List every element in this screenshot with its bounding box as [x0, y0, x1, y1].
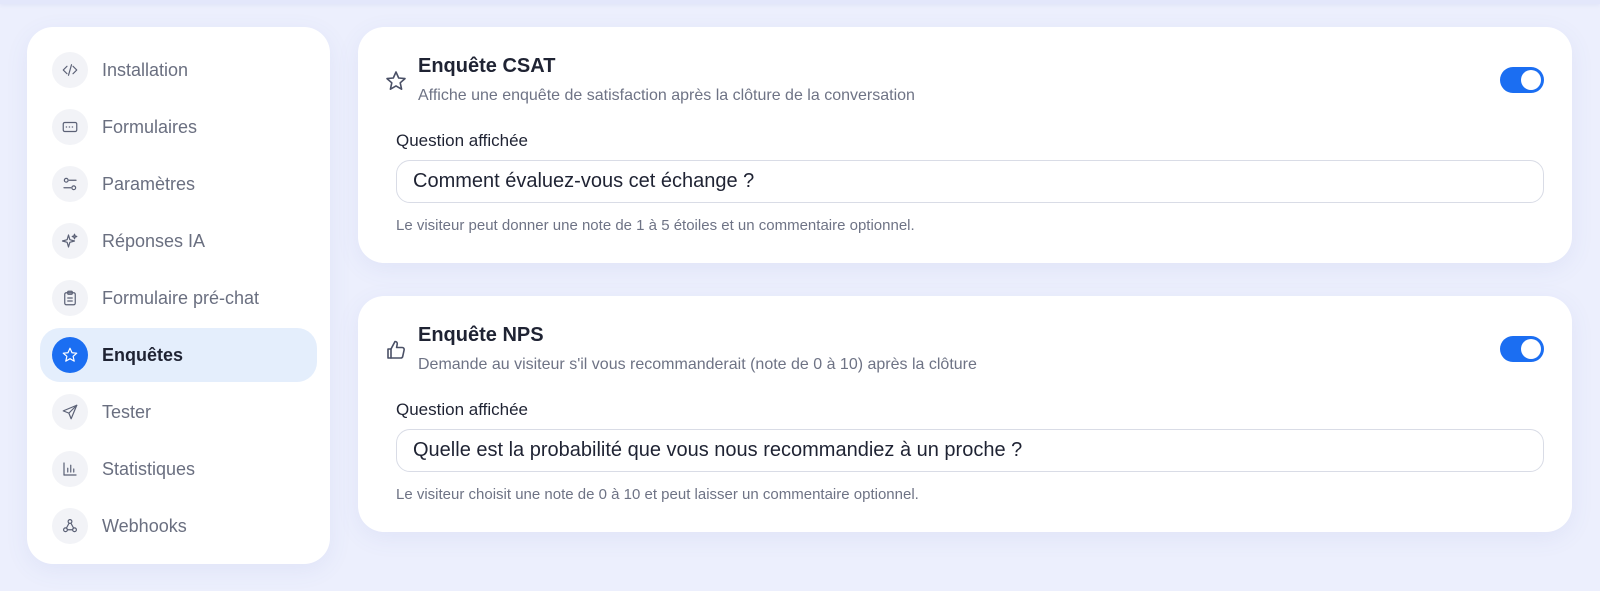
settings-sidebar: Installation Formulaires Paramètres Répo… — [27, 27, 330, 564]
thumbs-up-icon — [384, 338, 408, 362]
sidebar-item-formulaire-pre-chat[interactable]: Formulaire pré-chat — [40, 271, 317, 325]
sidebar-item-label: Paramètres — [102, 173, 196, 194]
csat-survey-card: Enquête CSAT Affiche une enquête de sati… — [358, 27, 1572, 263]
sidebar-item-label: Formulaire pré-chat — [102, 287, 260, 308]
card-subtitle: Demande au visiteur s'il vous recommande… — [418, 356, 977, 373]
question-label: Question affichée — [396, 400, 528, 419]
sidebar-item-statistiques[interactable]: Statistiques — [40, 442, 317, 496]
code-icon — [52, 52, 88, 88]
question-hint: Le visiteur choisit une note de 0 à 10 e… — [396, 486, 919, 503]
form-icon — [52, 109, 88, 145]
sidebar-item-reponses-ia[interactable]: Réponses IA — [40, 214, 317, 268]
webhook-icon — [52, 508, 88, 544]
nps-survey-card: Enquête NPS Demande au visiteur s'il vou… — [358, 296, 1572, 532]
star-icon — [384, 69, 408, 93]
sidebar-item-label: Tester — [102, 401, 152, 422]
sidebar-item-installation[interactable]: Installation — [40, 43, 317, 97]
sparkles-icon — [52, 223, 88, 259]
sidebar-item-label: Formulaires — [102, 116, 198, 137]
sidebar-item-formulaires[interactable]: Formulaires — [40, 100, 317, 154]
bar-chart-icon — [52, 451, 88, 487]
send-icon — [52, 394, 88, 430]
question-hint: Le visiteur peut donner une note de 1 à … — [396, 217, 915, 234]
star-icon — [52, 337, 88, 373]
csat-enable-toggle[interactable] — [1500, 67, 1544, 93]
sidebar-item-label: Webhooks — [102, 515, 187, 536]
question-label: Question affichée — [396, 131, 528, 150]
sidebar-item-webhooks[interactable]: Webhooks — [40, 499, 317, 553]
sidebar-item-parametres[interactable]: Paramètres — [40, 157, 317, 211]
nps-enable-toggle[interactable] — [1500, 336, 1544, 362]
toggle-knob — [1521, 339, 1541, 359]
sidebar-item-label: Installation — [102, 59, 189, 80]
sidebar-item-label: Enquêtes — [102, 344, 184, 365]
sidebar-item-label: Statistiques — [102, 458, 196, 479]
sliders-icon — [52, 166, 88, 202]
card-title: Enquête NPS — [418, 324, 544, 346]
top-bar-edge — [0, 0, 1600, 4]
nps-question-input[interactable] — [396, 429, 1544, 472]
sidebar-item-label: Réponses IA — [102, 230, 206, 251]
toggle-knob — [1521, 70, 1541, 90]
clipboard-icon — [52, 280, 88, 316]
sidebar-item-enquetes[interactable]: Enquêtes — [40, 328, 317, 382]
sidebar-item-tester[interactable]: Tester — [40, 385, 317, 439]
csat-question-input[interactable] — [396, 160, 1544, 203]
card-subtitle: Affiche une enquête de satisfaction aprè… — [418, 87, 915, 104]
card-title: Enquête CSAT — [418, 55, 556, 77]
